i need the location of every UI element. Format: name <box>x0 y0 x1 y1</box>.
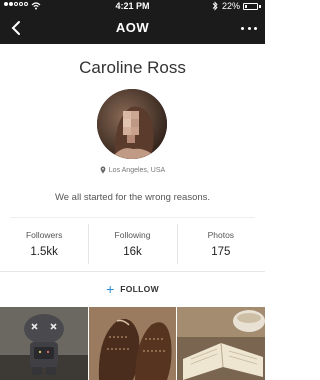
avatar <box>97 89 167 159</box>
nav-title: AOW <box>115 20 150 35</box>
battery-icon <box>243 3 261 10</box>
stat-following[interactable]: Following 16k <box>88 224 176 264</box>
stat-value: 16k <box>123 246 142 258</box>
more-dots-icon[interactable] <box>241 20 257 36</box>
stat-value: 175 <box>211 246 231 258</box>
stats-row: Followers 1.5kk Following 16k Photos 175 <box>0 224 265 264</box>
location-pin-icon <box>100 166 106 174</box>
photo-thumbnail[interactable] <box>88 307 177 380</box>
profile-name: Caroline Ross <box>79 58 186 77</box>
stat-label: Photos <box>207 230 235 240</box>
divider <box>0 271 265 272</box>
location-text: Los Angeles, USA <box>108 166 166 174</box>
stat-label: Followers <box>25 230 63 240</box>
divider <box>10 217 255 218</box>
battery-fill <box>245 5 247 8</box>
stat-photos[interactable]: Photos 175 <box>176 224 265 264</box>
bluetooth-icon <box>212 1 218 11</box>
plus-icon: + <box>106 281 115 297</box>
stat-label: Following <box>114 230 151 240</box>
photo-thumbnail[interactable] <box>0 307 88 380</box>
follow-label: FOLLOW <box>120 284 159 294</box>
follow-button[interactable]: + FOLLOW <box>0 280 265 298</box>
battery-percent: 22% <box>222 1 241 11</box>
photo-thumbnail[interactable] <box>177 307 266 380</box>
location: Los Angeles, USA <box>0 166 265 174</box>
bio-text: We all started for the wrong reasons. <box>54 192 211 203</box>
nav-bar: AOW <box>0 12 265 44</box>
photo-grid <box>0 307 266 380</box>
stat-followers[interactable]: Followers 1.5kk <box>0 224 88 264</box>
status-bar: 4:21 PM 22% <box>0 0 265 12</box>
stat-value: 1.5kk <box>30 246 58 258</box>
